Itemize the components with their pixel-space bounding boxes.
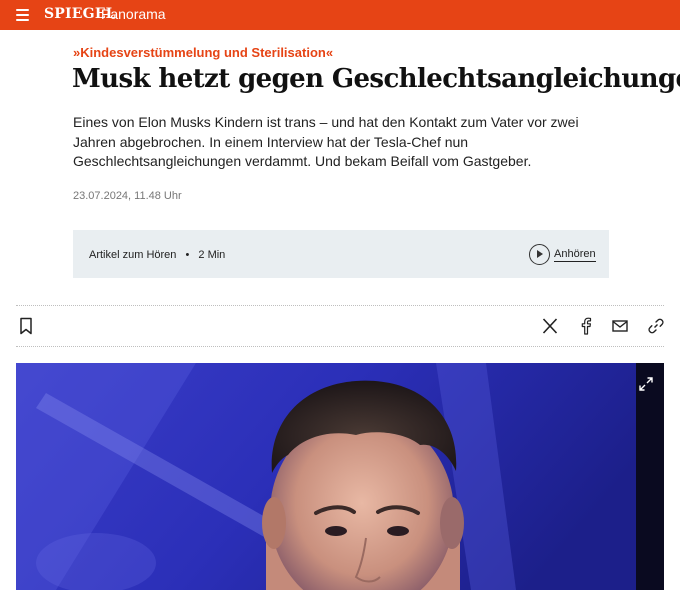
article-date: 23.07.2024, 11.48 Uhr [73, 190, 182, 202]
audio-player: Artikel zum Hören • 2 Min Anhören [73, 230, 609, 278]
article-headline: Musk hetzt gegen Geschlechtsangleichunge… [72, 64, 680, 94]
article-kicker: »Kindesverstümmelung und Sterilisation« [73, 45, 334, 60]
article-hero-image[interactable] [16, 363, 664, 590]
listen-button[interactable]: Anhören [554, 248, 596, 262]
audio-label: Artikel zum Hören [89, 249, 177, 261]
play-icon[interactable] [529, 244, 550, 265]
article-teaser: Eines von Elon Musks Kindern ist trans –… [73, 114, 579, 169]
expand-icon[interactable] [638, 376, 654, 392]
facebook-share-icon[interactable] [578, 317, 594, 335]
x-share-icon[interactable] [542, 317, 558, 335]
hamburger-menu-icon[interactable] [16, 9, 29, 21]
link-share-icon[interactable] [648, 317, 664, 335]
mail-share-icon[interactable] [612, 317, 628, 335]
top-navigation-bar: SPIEGEL Panorama [0, 0, 680, 30]
toolbar-divider-bottom [16, 346, 664, 347]
bookmark-icon[interactable] [18, 317, 34, 335]
section-link-panorama[interactable]: Panorama [101, 6, 166, 22]
audio-info: Artikel zum Hören • 2 Min [89, 249, 225, 261]
audio-separator: • [185, 249, 190, 261]
audio-duration: 2 Min [198, 249, 226, 261]
toolbar-divider-top [16, 305, 664, 306]
